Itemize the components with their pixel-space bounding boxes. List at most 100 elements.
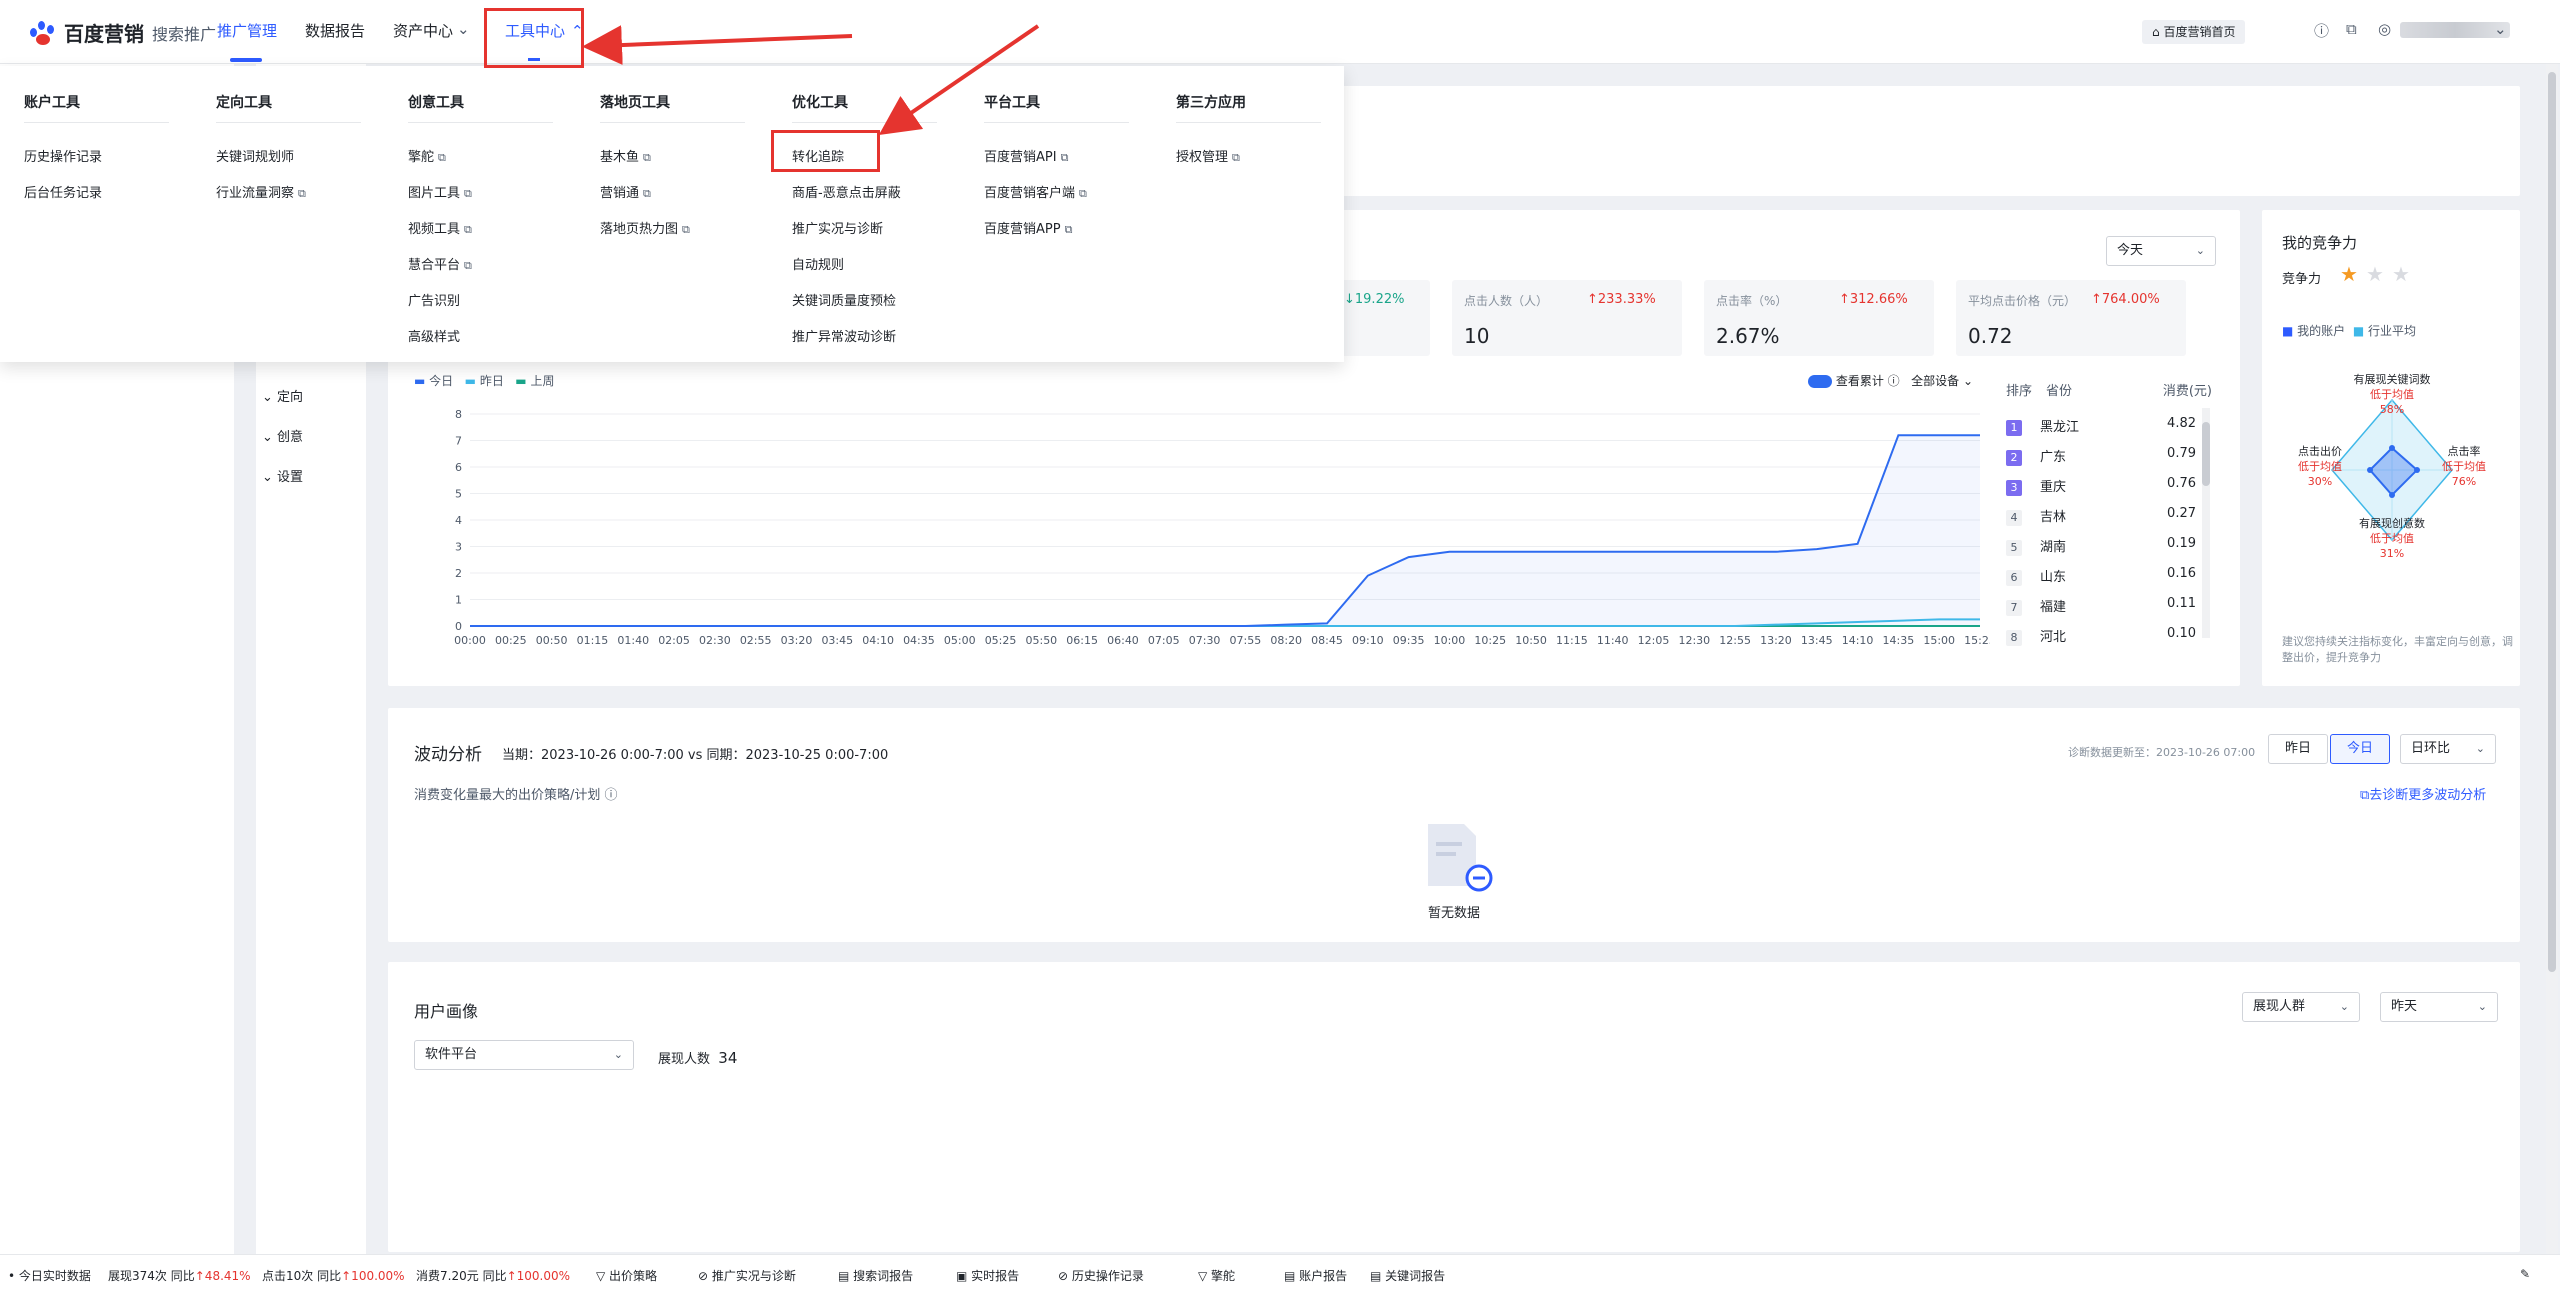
rank-row[interactable]: 8 河北 0.10 <box>2006 626 2196 646</box>
edit-icon[interactable]: ✎ <box>2520 1267 2530 1281</box>
rank-province: 重庆 <box>2040 480 2067 495</box>
chevron-down-icon[interactable]: ⌄ <box>2494 20 2507 38</box>
y-tick-label: 0 <box>455 620 462 633</box>
logo[interactable]: 百度营销 搜索推广 <box>30 18 216 47</box>
legend-line-yesterday: ▬ <box>464 374 476 388</box>
menu-item[interactable]: 图片工具 ⧉ <box>408 182 472 201</box>
menu-item-label: 基木鱼 <box>600 150 640 165</box>
period-value: 昨天 <box>2391 999 2418 1014</box>
menu-item[interactable]: 基木鱼 ⧉ <box>600 146 651 165</box>
menu-item[interactable]: 视频工具 ⧉ <box>408 218 472 237</box>
menu-item[interactable]: 高级样式 <box>408 326 460 345</box>
legend-label: 行业平均 <box>2368 324 2417 338</box>
x-tick-label: 11:40 <box>1597 634 1629 647</box>
axis-name: 有展现关键词数 <box>2353 373 2431 386</box>
yesterday-button[interactable]: 昨日 <box>2268 734 2328 764</box>
tree-item-settings[interactable]: ⌄ 设置 <box>262 466 303 485</box>
x-tick-label: 07:55 <box>1230 634 1262 647</box>
rank-index: 6 <box>2006 570 2022 586</box>
rank-index: 5 <box>2006 540 2022 556</box>
external-link-icon: ⧉ <box>464 259 472 272</box>
menu-item[interactable]: 关键词规划师 <box>216 146 294 165</box>
x-tick-label: 03:20 <box>781 634 813 647</box>
menu-item[interactable]: 自动规则 <box>792 254 844 273</box>
rank-row[interactable]: 6 山东 0.16 <box>2006 566 2196 586</box>
menu-item[interactable]: 营销通 ⧉ <box>600 182 651 201</box>
device-select[interactable]: 全部设备 <box>1911 374 1959 388</box>
bottom-link-label: 账户报告 <box>1299 1269 1348 1283</box>
stat-cmp: 同比 <box>482 1269 507 1283</box>
diagnose-link[interactable]: ⧉去诊断更多波动分析 <box>2360 784 2486 803</box>
copy-icon[interactable]: ⧉ <box>2346 20 2357 38</box>
metric-card[interactable]: 平均点击价格（元） ↑764.00% 0.72 <box>1956 280 2186 356</box>
menu-item[interactable]: 广告识别 <box>408 290 460 309</box>
bottom-link[interactable]: ⊘ 推广实况与诊断 <box>698 1267 796 1284</box>
tree-item-targeting[interactable]: ⌄ 定向 <box>262 386 303 405</box>
platform-select[interactable]: 软件平台 ⌄ <box>414 1040 634 1070</box>
axis-status: 低于均值 <box>2370 532 2414 545</box>
bottom-link[interactable]: ▣ 实时报告 <box>956 1267 1019 1284</box>
period-select[interactable]: 昨天 ⌄ <box>2380 992 2498 1022</box>
rank-row[interactable]: 3 重庆 0.76 <box>2006 476 2196 496</box>
user-icon[interactable]: ◎ <box>2378 20 2391 38</box>
menu-item[interactable]: 擎舵 ⧉ <box>408 146 446 165</box>
compare-select[interactable]: 日环比 ⌄ <box>2400 734 2496 764</box>
portrait-title: 用户画像 <box>414 1002 479 1021</box>
menu-column-title: 创意工具 <box>408 95 464 111</box>
menu-item[interactable]: 历史操作记录 <box>24 146 102 165</box>
menu-item[interactable]: 商盾-恶意点击屏蔽 <box>792 182 901 201</box>
rank-row[interactable]: 1 黑龙江 4.82 <box>2006 416 2196 436</box>
date-select[interactable]: 今天 ⌄ <box>2106 236 2216 266</box>
chevron-down-icon: ⌄ <box>457 20 470 38</box>
chart-controls: 查看累计 ⓘ 全部设备 ⌄ <box>1808 372 1973 389</box>
realtime-label: • 今日实时数据 <box>8 1269 91 1283</box>
menu-item[interactable]: 慧合平台 ⧉ <box>408 254 472 273</box>
rank-scrollbar[interactable] <box>2202 408 2210 638</box>
radar-point <box>2414 467 2420 473</box>
help-icon[interactable]: ⓘ <box>2314 20 2329 41</box>
bottom-link[interactable]: ▽ 擎舵 <box>1198 1267 1235 1284</box>
menu-item[interactable]: 授权管理 ⧉ <box>1176 146 1240 165</box>
audience-select[interactable]: 展现人群 ⌄ <box>2242 992 2360 1022</box>
menu-item[interactable]: 推广实况与诊断 <box>792 218 883 237</box>
logo-text: 百度营销 <box>64 22 144 46</box>
x-tick-label: 13:20 <box>1760 634 1792 647</box>
metric-card[interactable]: 点击人数（人） ↑233.33% 10 <box>1452 280 1682 356</box>
tree-label: 设置 <box>277 470 304 485</box>
cumulative-toggle[interactable] <box>1808 375 1832 388</box>
bottom-link[interactable]: ▽ 出价策略 <box>596 1267 657 1284</box>
home-button[interactable]: ⌂ 百度营销首页 <box>2142 20 2246 44</box>
bottom-link[interactable]: ▤ 关键词报告 <box>1370 1267 1445 1284</box>
link-icon: ▣ <box>956 1269 972 1283</box>
metric-card[interactable]: 点击率（%） ↑312.66% 2.67% <box>1704 280 1934 356</box>
bottom-link[interactable]: ⊘ 历史操作记录 <box>1058 1267 1144 1284</box>
page-scrollbar-thumb[interactable] <box>2548 72 2556 972</box>
highlight-box-conversion <box>771 130 880 172</box>
menu-item[interactable]: 后台任务记录 <box>24 182 102 201</box>
menu-item[interactable]: 百度营销APP ⧉ <box>984 218 1072 237</box>
rank-cost: 4.82 <box>2167 416 2196 431</box>
menu-item[interactable]: 推广异常波动诊断 <box>792 326 896 345</box>
menu-item[interactable]: 百度营销客户端 ⧉ <box>984 182 1087 201</box>
competitiveness-label: 竞争力 <box>2282 272 2322 287</box>
menu-item[interactable]: 落地页热力图 ⧉ <box>600 218 690 237</box>
rank-index: 3 <box>2006 480 2022 496</box>
rank-row[interactable]: 4 吉林 0.27 <box>2006 506 2196 526</box>
rank-row[interactable]: 2 广东 0.79 <box>2006 446 2196 466</box>
bottom-link[interactable]: ▤ 搜索词报告 <box>838 1267 913 1284</box>
menu-item[interactable]: 关键词质量度预检 <box>792 290 896 309</box>
rank-row[interactable]: 7 福建 0.11 <box>2006 596 2196 616</box>
radar-point <box>2367 467 2373 473</box>
y-tick-label: 1 <box>455 594 462 607</box>
rank-row[interactable]: 5 湖南 0.19 <box>2006 536 2196 556</box>
nav-reports[interactable]: 数据报告 <box>305 20 365 41</box>
legend-label: 上周 <box>530 374 555 388</box>
x-tick-label: 09:10 <box>1352 634 1384 647</box>
nav-assets[interactable]: 资产中心 <box>393 20 453 41</box>
menu-item[interactable]: 行业流量洞察 ⧉ <box>216 182 306 201</box>
today-button[interactable]: 今日 <box>2330 734 2390 764</box>
menu-item[interactable]: 百度营销API ⧉ <box>984 146 1068 165</box>
bottom-link[interactable]: ▤ 账户报告 <box>1284 1267 1347 1284</box>
nav-promotion[interactable]: 推广管理 <box>217 20 277 41</box>
tree-item-creative[interactable]: ⌄ 创意 <box>262 426 303 445</box>
